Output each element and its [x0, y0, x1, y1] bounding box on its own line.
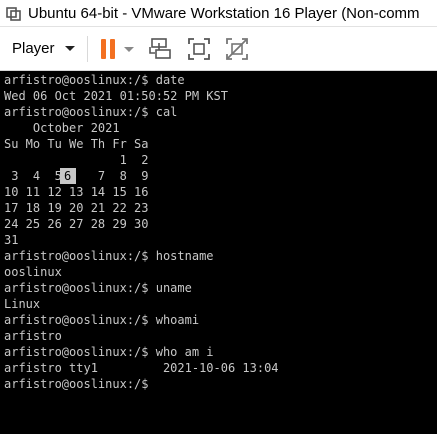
terminal-line: ooslinux: [4, 265, 62, 279]
terminal-line: 17 18 19 20 21 22 23: [4, 201, 149, 215]
window-title: Ubuntu 64-bit - VMware Workstation 16 Pl…: [28, 4, 420, 22]
unity-button[interactable]: [220, 34, 254, 64]
fit-guest-button[interactable]: [182, 34, 216, 64]
terminal-line: Linux: [4, 297, 41, 311]
terminal-line: arfistro@ooslinux:/$ uname: [4, 281, 192, 295]
terminal-line: arfistro@ooslinux:/$ cal: [4, 105, 178, 119]
toolbar-divider: [86, 35, 88, 62]
terminal-line: 24 25 26 27 28 29 30: [4, 217, 149, 231]
terminal-line: arfistro tty1 2021-10-06 13:04: [4, 361, 279, 375]
terminal-line: arfistro@ooslinux:/$ hostname: [4, 249, 214, 263]
send-ctrl-alt-del-button[interactable]: [144, 34, 178, 64]
unity-disabled-icon: [225, 37, 248, 60]
window-titlebar[interactable]: Ubuntu 64-bit - VMware Workstation 16 Pl…: [0, 0, 437, 27]
vmware-icon: [6, 5, 22, 21]
guest-console[interactable]: 6 arfistro@ooslinux:/$ date Wed 06 Oct 2…: [0, 71, 437, 434]
pause-icon: [100, 38, 134, 59]
send-ctrl-alt-del-icon: [148, 37, 171, 59]
terminal-line: arfistro: [4, 329, 62, 343]
terminal-line: arfistro@ooslinux:/$ whoami: [4, 313, 200, 327]
chevron-down-icon: [64, 46, 75, 51]
pause-button[interactable]: [98, 34, 140, 64]
terminal-line: October 2021: [4, 121, 120, 135]
player-menu-button[interactable]: Player: [12, 34, 75, 64]
terminal-prompt: arfistro@ooslinux:/$: [4, 377, 149, 391]
terminal-line: 10 11 12 13 14 15 16: [4, 185, 149, 199]
terminal-line: 31: [4, 233, 19, 247]
terminal-line: arfistro@ooslinux:/$ who am i: [4, 345, 214, 359]
fit-guest-icon: [187, 37, 210, 60]
terminal-line: Wed 06 Oct 2021 01:50:52 PM KST: [4, 89, 228, 103]
terminal-line: 3 4 5 7 8 9: [4, 169, 149, 183]
vmware-toolbar: Player: [0, 27, 437, 71]
terminal-line: arfistro@ooslinux:/$ date: [4, 73, 185, 87]
player-menu-label: Player: [12, 40, 55, 57]
terminal-line: Su Mo Tu We Th Fr Sa: [4, 137, 149, 151]
terminal-line: 1 2: [4, 153, 149, 167]
